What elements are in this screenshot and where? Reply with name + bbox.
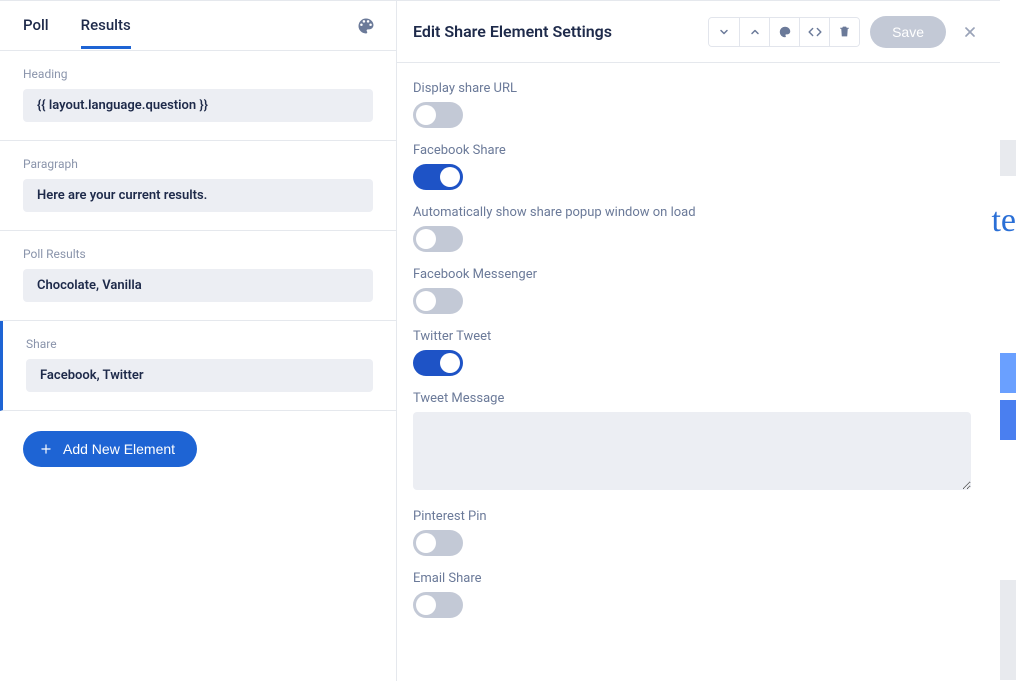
tabs-row: Poll Results [0,1,396,51]
toggle-auto-popup[interactable] [413,226,463,252]
section-poll-results[interactable]: Poll Results Chocolate, Vanilla [0,231,396,321]
setting-label: Facebook Messenger [413,267,984,282]
tab-poll[interactable]: Poll [23,2,49,49]
move-up-button[interactable] [739,18,769,46]
panel-title: Edit Share Element Settings [413,22,708,41]
setting-label: Display share URL [413,81,984,96]
palette-icon[interactable] [356,16,376,36]
setting-label: Automatically show share popup window on… [413,205,984,220]
setting-facebook-messenger: Facebook Messenger [413,267,984,314]
settings-panel: Edit Share Element Settings [397,1,1000,681]
setting-display-url: Display share URL [413,81,984,128]
control-segment [708,17,860,47]
left-sidebar: Poll Results Heading {{ layout.language.… [0,1,397,681]
plus-icon [39,442,53,456]
background-preview: te [1000,10,1016,681]
toggle-facebook-messenger[interactable] [413,288,463,314]
code-button[interactable] [799,18,829,46]
setting-label: Email Share [413,571,984,586]
save-button[interactable]: Save [870,16,946,48]
palette-button[interactable] [769,18,799,46]
delete-button[interactable] [829,18,859,46]
add-element-wrap: Add New Element [0,411,396,487]
setting-label: Pinterest Pin [413,509,984,524]
preview-text: te [991,202,1016,240]
section-label: Poll Results [23,247,373,261]
add-element-label: Add New Element [63,441,175,457]
setting-facebook-share: Facebook Share [413,143,984,190]
toggle-twitter-tweet[interactable] [413,350,463,376]
tab-results[interactable]: Results [81,2,131,49]
section-label: Paragraph [23,157,373,171]
move-down-button[interactable] [709,18,739,46]
setting-twitter-tweet: Twitter Tweet [413,329,984,376]
section-value: {{ layout.language.question }} [23,89,373,122]
section-value: Facebook, Twitter [26,359,373,392]
setting-pinterest-pin: Pinterest Pin [413,509,984,556]
add-element-button[interactable]: Add New Element [23,431,197,467]
panel-header: Edit Share Element Settings [397,1,1000,63]
section-label: Heading [23,67,373,81]
setting-label: Twitter Tweet [413,329,984,344]
close-button[interactable] [956,18,984,46]
toggle-email-share[interactable] [413,592,463,618]
toggle-facebook-share[interactable] [413,164,463,190]
setting-label: Tweet Message [413,391,984,406]
section-label: Share [26,337,373,351]
panel-body: Display share URL Facebook Share Automat… [397,63,1000,681]
section-paragraph[interactable]: Paragraph Here are your current results. [0,141,396,231]
toggle-pinterest-pin[interactable] [413,530,463,556]
section-share[interactable]: Share Facebook, Twitter [0,321,396,411]
setting-tweet-message: Tweet Message [413,391,984,494]
section-heading[interactable]: Heading {{ layout.language.question }} [0,51,396,141]
section-value: Chocolate, Vanilla [23,269,373,302]
setting-email-share: Email Share [413,571,984,618]
panel-controls: Save [708,16,984,48]
toggle-display-url[interactable] [413,102,463,128]
setting-auto-popup: Automatically show share popup window on… [413,205,984,252]
section-value: Here are your current results. [23,179,373,212]
setting-label: Facebook Share [413,143,984,158]
tweet-message-input[interactable] [413,412,971,490]
